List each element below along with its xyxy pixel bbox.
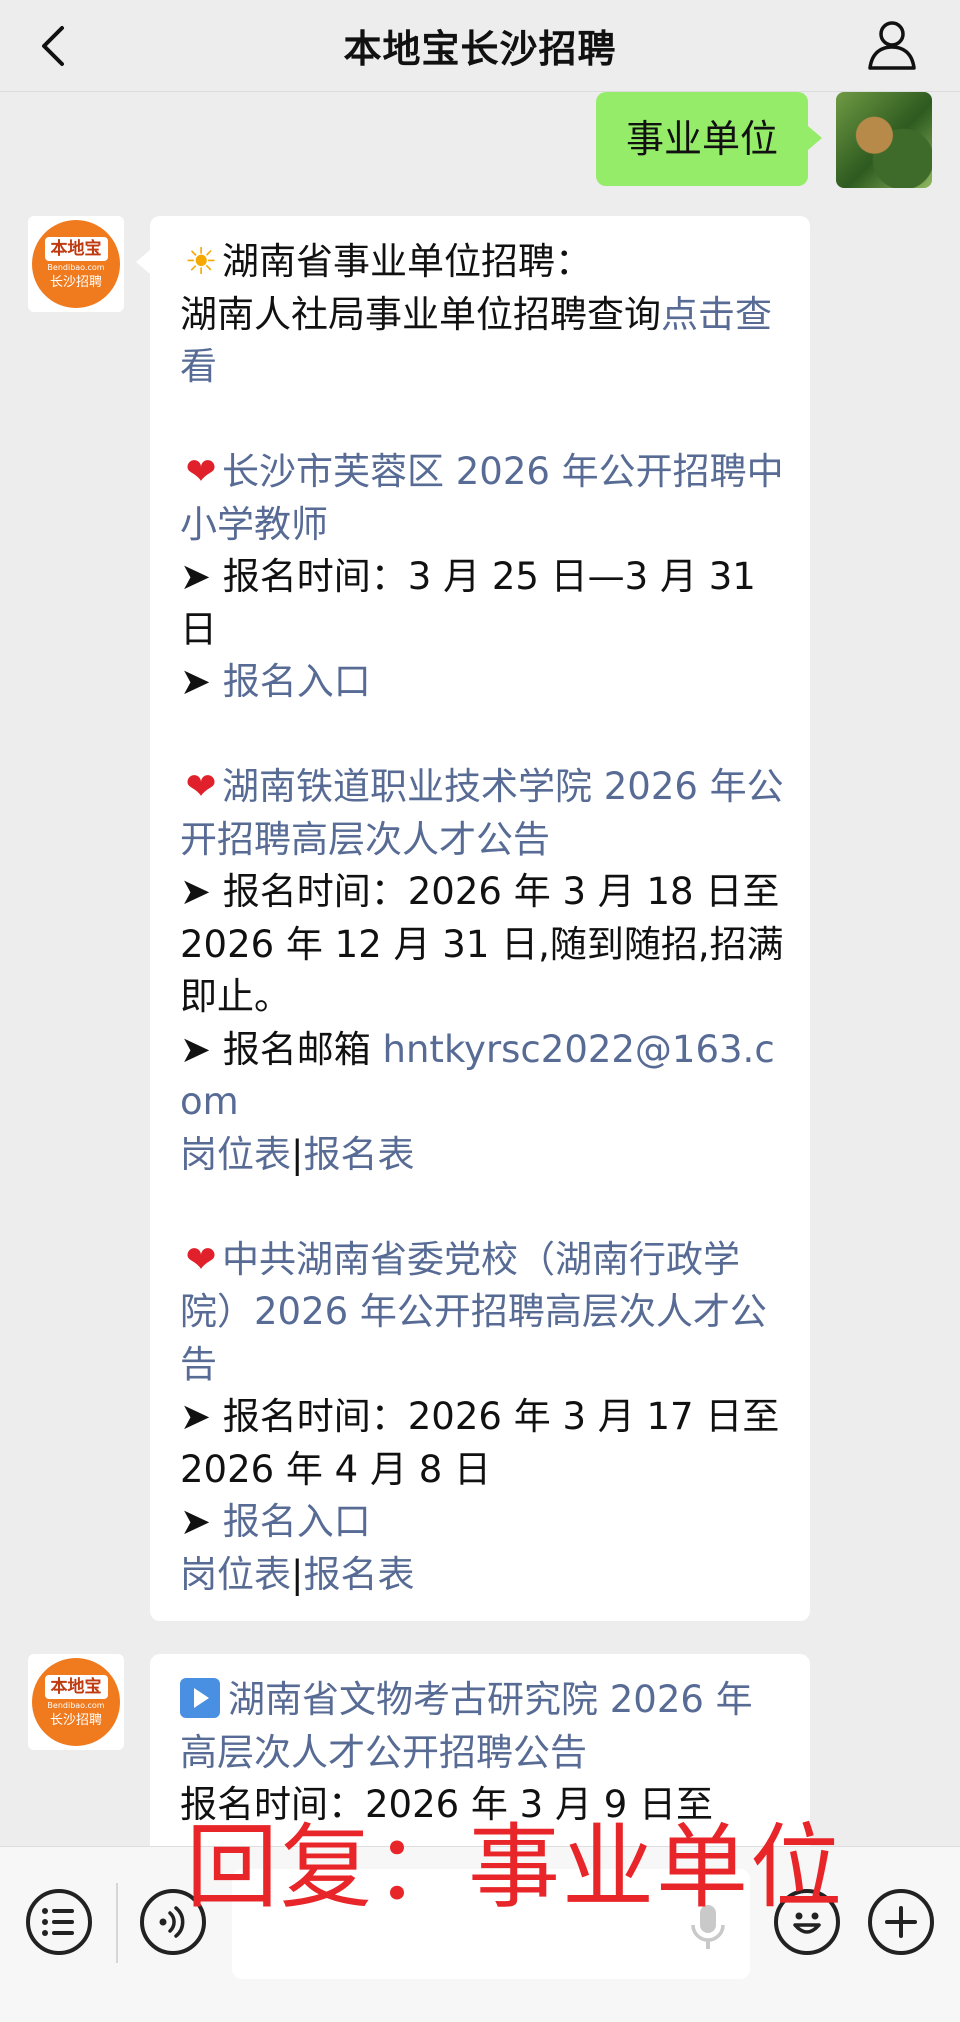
link-separator: | (291, 1552, 304, 1596)
signup-entry-link[interactable]: 报名入口 (223, 1500, 371, 1543)
chat-title: 本地宝长沙招聘 (343, 27, 617, 71)
user-avatar[interactable] (836, 92, 932, 188)
signup-time: 报名时间：2026 年 3 月 17 日至 2026 年 4 月 8 日 (180, 1395, 780, 1491)
email-label: 报名邮箱 (222, 1027, 383, 1071)
list-menu-icon[interactable] (26, 1889, 92, 1955)
bot-avatar[interactable]: 本地宝 Bendibao.com 长沙招聘 (28, 216, 124, 312)
logo-sub-text: 长沙招聘 (49, 1713, 102, 1728)
user-message-bubble[interactable]: 事业单位 (595, 92, 823, 186)
arrow-icon: ➤ (180, 870, 223, 913)
logo-sub-text: 长沙招聘 (49, 275, 102, 290)
arrow-icon: ➤ (180, 1500, 223, 1543)
signup-entry-link[interactable]: 报名入口 (223, 660, 371, 703)
heart-icon: ❤ (185, 1237, 217, 1281)
play-icon (180, 1678, 220, 1718)
intro-title: 湖南省事业单位招聘： (222, 240, 592, 283)
job-title-link[interactable]: 湖南省文物考古研究院 2026 年高层次人才公开招聘公告 (180, 1678, 753, 1774)
bot-message-bubble: ☀ 湖南省事业单位招聘： 湖南人社局事业单位招聘查询点击查看 ❤ 长沙市芙蓉区 20… (136, 216, 810, 1621)
toolbar-divider (116, 1883, 118, 1963)
bot-avatar[interactable]: 本地宝 Bendibao.com 长沙招聘 (28, 1654, 124, 1750)
plus-icon[interactable] (868, 1889, 934, 1955)
logo-brand-text: 本地宝 (44, 1675, 108, 1699)
heart-icon: ❤ (185, 450, 217, 493)
positions-table-link[interactable]: 岗位表 (180, 1553, 291, 1596)
signup-time: 报名时间：2026 年 3 月 18 日至 2026 年 12 月 31 日,随… (180, 870, 784, 1018)
logo-brand-text: 本地宝 (44, 237, 108, 261)
arrow-icon: ➤ (180, 660, 223, 703)
job-title-link[interactable]: 中共湖南省委党校（湖南行政学院）2026 年公开招聘高层次人才公告 (180, 1238, 767, 1386)
intro-block: ☀ 湖南省事业单位招聘： 湖南人社局事业单位招聘查询点击查看 (180, 236, 784, 394)
chat-header: 本地宝长沙招聘 (0, 0, 960, 92)
sun-icon: ☀ (184, 240, 218, 283)
logo-url-text: Bendibao.com (47, 1701, 105, 1710)
job-item-furong: ❤ 长沙市芙蓉区 2026 年公开招聘中小学教师 ➤ 报名时间：3 月 25 日—… (180, 446, 784, 709)
job-title-link[interactable]: 长沙市芙蓉区 2026 年公开招聘中小学教师 (180, 450, 784, 546)
application-form-link[interactable]: 报名表 (303, 1133, 414, 1176)
person-icon[interactable] (864, 16, 920, 72)
arrow-icon: ➤ (180, 1395, 223, 1438)
job-item-party-school: ❤ 中共湖南省委党校（湖南行政学院）2026 年公开招聘高层次人才公告 ➤ 报名时… (180, 1234, 784, 1602)
bendibao-logo: 本地宝 Bendibao.com 长沙招聘 (32, 220, 120, 308)
job-title-link[interactable]: 湖南铁道职业技术学院 2026 年公开招聘高层次人才公告 (180, 765, 784, 861)
arrow-icon: ➤ (180, 1027, 223, 1071)
arrow-icon: ➤ (180, 555, 223, 598)
job-item-railway: ❤ 湖南铁道职业技术学院 2026 年公开招聘高层次人才公告 ➤ 报名时间：202… (180, 761, 784, 1181)
signup-time: 报名时间：3 月 25 日—3 月 31 日 (180, 555, 756, 651)
reply-hint-overlay: 回复：事业单位 (186, 1814, 845, 1921)
intro-text: 湖南人社局事业单位招聘查询 (180, 292, 661, 336)
bendibao-logo: 本地宝 Bendibao.com 长沙招聘 (32, 1658, 120, 1746)
job-item-archaeology: 湖南省文物考古研究院 2026 年高层次人才公开招聘公告 报名时间：2026 年… (180, 1674, 784, 1832)
heart-icon: ❤ (185, 765, 217, 808)
link-separator: | (291, 1132, 304, 1176)
chevron-left-icon[interactable] (34, 22, 74, 70)
logo-url-text: Bendibao.com (47, 263, 105, 272)
positions-table-link[interactable]: 岗位表 (180, 1133, 291, 1176)
application-form-link[interactable]: 报名表 (303, 1553, 414, 1596)
